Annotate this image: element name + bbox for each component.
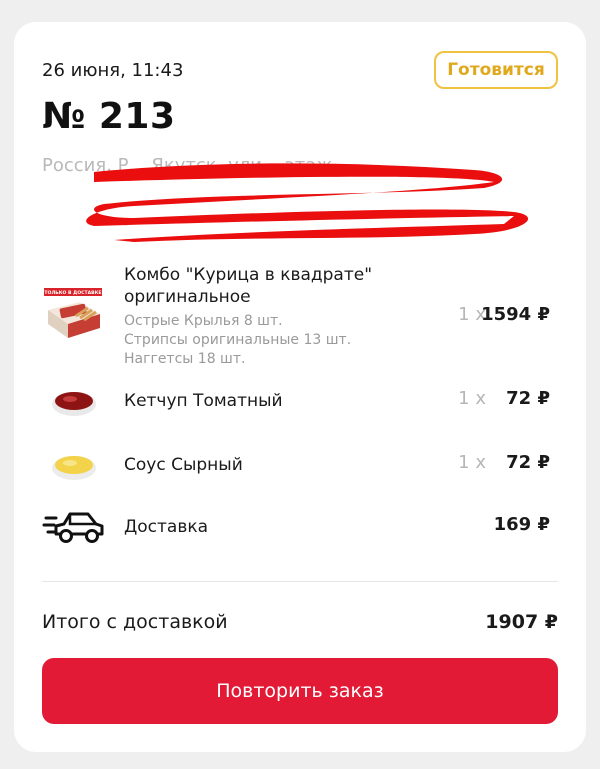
order-date: 26 июня, 11:43 (42, 60, 184, 81)
item-price: 72 ₽ (506, 388, 550, 409)
cheese-sauce-cup-image (52, 456, 96, 480)
combo-badge-text: ТОЛЬКО В ДОСТАВКЕ (44, 290, 101, 296)
item-details: Острые Крылья 8 шт. Стрипсы оригинальные… (124, 312, 351, 369)
status-badge: Готовится (434, 51, 558, 89)
item-quantity: 1 x (458, 388, 486, 409)
item-detail-line: Острые Крылья 8 шт. (124, 313, 283, 329)
item-price: 72 ₽ (506, 452, 550, 473)
item-price: 1594 ₽ (481, 304, 550, 325)
item-price: 169 ₽ (493, 514, 550, 535)
item-quantity: 1 x (458, 452, 486, 473)
item-detail-line: Стрипсы оригинальные 13 шт. (124, 332, 352, 348)
total-label: Итого с доставкой (42, 611, 228, 633)
delivery-car-icon (42, 512, 104, 543)
delivery-address: Россия, Р... Якутск, ули... этаж ... (42, 155, 356, 176)
ketchup-cup-image (52, 392, 96, 416)
item-name: Доставка (124, 517, 209, 537)
order-card: 26 июня, 11:43 Готовится № 213 Россия, Р… (14, 22, 586, 752)
item-name: Соус Сырный (124, 455, 243, 475)
combo-box-image: ТОЛЬКО В ДОСТАВКЕ (44, 288, 102, 338)
list-item-cheese-sauce: Соус Сырный 1 x 72 ₽ (42, 442, 558, 492)
list-item-delivery: Доставка 169 ₽ (42, 504, 558, 554)
item-detail-line: Наггетсы 18 шт. (124, 351, 246, 367)
divider (42, 581, 558, 582)
order-number: № 213 (42, 96, 176, 137)
item-name: Комбо "Курица в квадрате" оригинальное (124, 265, 373, 307)
list-item-ketchup: Кетчуп Томатный 1 x 72 ₽ (42, 378, 558, 428)
item-name: Кетчуп Томатный (124, 391, 283, 411)
total-value: 1907 ₽ (485, 611, 558, 633)
list-item-combo: ТОЛЬКО В ДОСТАВКЕ Комбо "Курица в квадра… (42, 264, 558, 374)
repeat-order-button[interactable]: Повторить заказ (42, 658, 558, 724)
